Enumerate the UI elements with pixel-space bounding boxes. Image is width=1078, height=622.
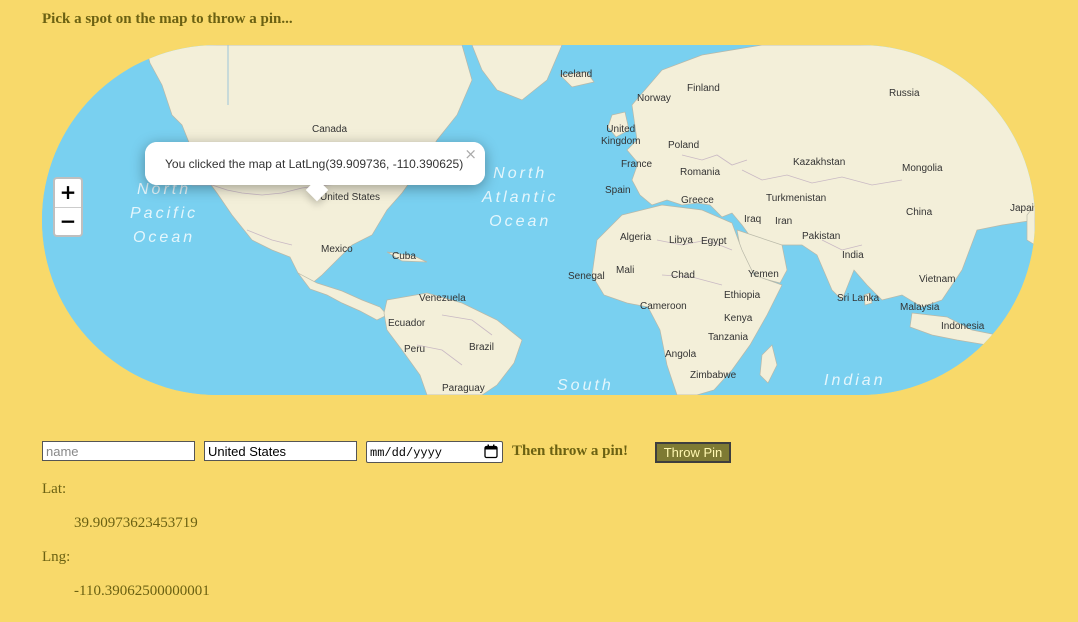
map-label-venezuela: Venezuela [419,293,466,304]
map-label-tanzania: Tanzania [708,332,749,343]
map-label-paraguay: Paraguay [442,383,485,394]
map-label-united-kingdom: United Kingdom [601,124,641,147]
map-label-mexico: Mexico [321,244,353,255]
page-prompt: Pick a spot on the map to throw a pin... [42,11,293,27]
map-label-vietnam: Vietnam [919,274,956,285]
map-label-egypt: Egypt [701,236,727,247]
map-label-india: India [842,250,864,261]
map-label-cameroon: Cameroon [640,301,687,312]
popup-text: You clicked the map at LatLng(39.909736,… [165,157,464,171]
lat-label: Lat: [42,481,67,497]
map-label-angola: Angola [665,349,697,360]
map-label-greece: Greece [681,195,714,206]
date-input[interactable]: mm/dd/yyyy [366,441,503,463]
map-label-iceland: Iceland [560,69,593,80]
map-label-malaysia: Malaysia [900,302,940,313]
zoom-out-button[interactable]: − [55,208,81,236]
map-label-ethiopia: Ethiopia [724,290,761,301]
lng-value: -110.39062500000001 [74,583,210,599]
map-label-china: China [906,207,933,218]
map-label-kazakhstan: Kazakhstan [793,157,846,168]
ocean-label-indian: Indian [824,372,886,389]
map-label-pakistan: Pakistan [802,231,841,242]
map-label-mongolia: Mongolia [902,163,943,174]
zoom-in-button[interactable]: + [55,179,81,208]
lng-label: Lng: [42,549,71,565]
ocean-label-north-pacific: North Pacific Ocean [130,181,199,246]
throw-pin-button[interactable]: Throw Pin [655,442,731,463]
map-label-brazil: Brazil [469,342,495,353]
map-label-spain: Spain [605,185,631,196]
map-label-united-states: United States [320,192,381,203]
world-map[interactable]: North Pacific Ocean North Atlantic Ocean… [42,45,1035,395]
map-label-poland: Poland [668,140,700,151]
map-label-indonesia: Indonesia [941,321,985,332]
map-label-iraq: Iraq [744,214,762,225]
map-label-algeria: Algeria [620,232,652,243]
map-label-france: France [621,159,653,170]
name-input[interactable] [42,441,195,461]
map-label-libya: Libya [669,235,693,246]
map-label-japan: Japai [1010,203,1034,214]
map-label-russia: Russia [889,88,920,99]
ocean-label-north-atlantic: North Atlantic Ocean [482,165,559,230]
map-label-zimbabwe: Zimbabwe [690,370,737,381]
map-label-cuba: Cuba [392,251,416,262]
map-label-sri-lanka: Sri Lanka [837,293,880,304]
map-label-iran: Iran [775,216,793,227]
map-label-peru: Peru [404,344,426,355]
ocean-label-south: South [557,377,614,394]
map-label-norway: Norway [637,93,671,104]
map-label-ecuador: Ecuador [388,318,426,329]
map-label-turkmenistan: Turkmenistan [766,193,827,204]
country-input[interactable] [204,441,357,461]
map-label-romania: Romania [680,167,721,178]
click-popup: You clicked the map at LatLng(39.909736,… [145,142,485,202]
map-label-kenya: Kenya [724,313,753,324]
lat-value: 39.90973623453719 [74,515,198,531]
then-throw-text: Then throw a pin! [512,443,629,459]
map-label-chad: Chad [671,270,695,281]
popup-close-icon[interactable]: × [464,145,477,163]
zoom-control: + − [53,177,83,237]
date-placeholder: mm/dd/yyyy [370,446,443,460]
map-label-yemen: Yemen [748,269,779,280]
map-label-finland: Finland [687,83,720,94]
map-label-canada: Canada [312,124,348,135]
map-label-senegal: Senegal [568,271,605,282]
map-label-mali: Mali [616,265,635,276]
calendar-icon[interactable] [484,444,498,459]
